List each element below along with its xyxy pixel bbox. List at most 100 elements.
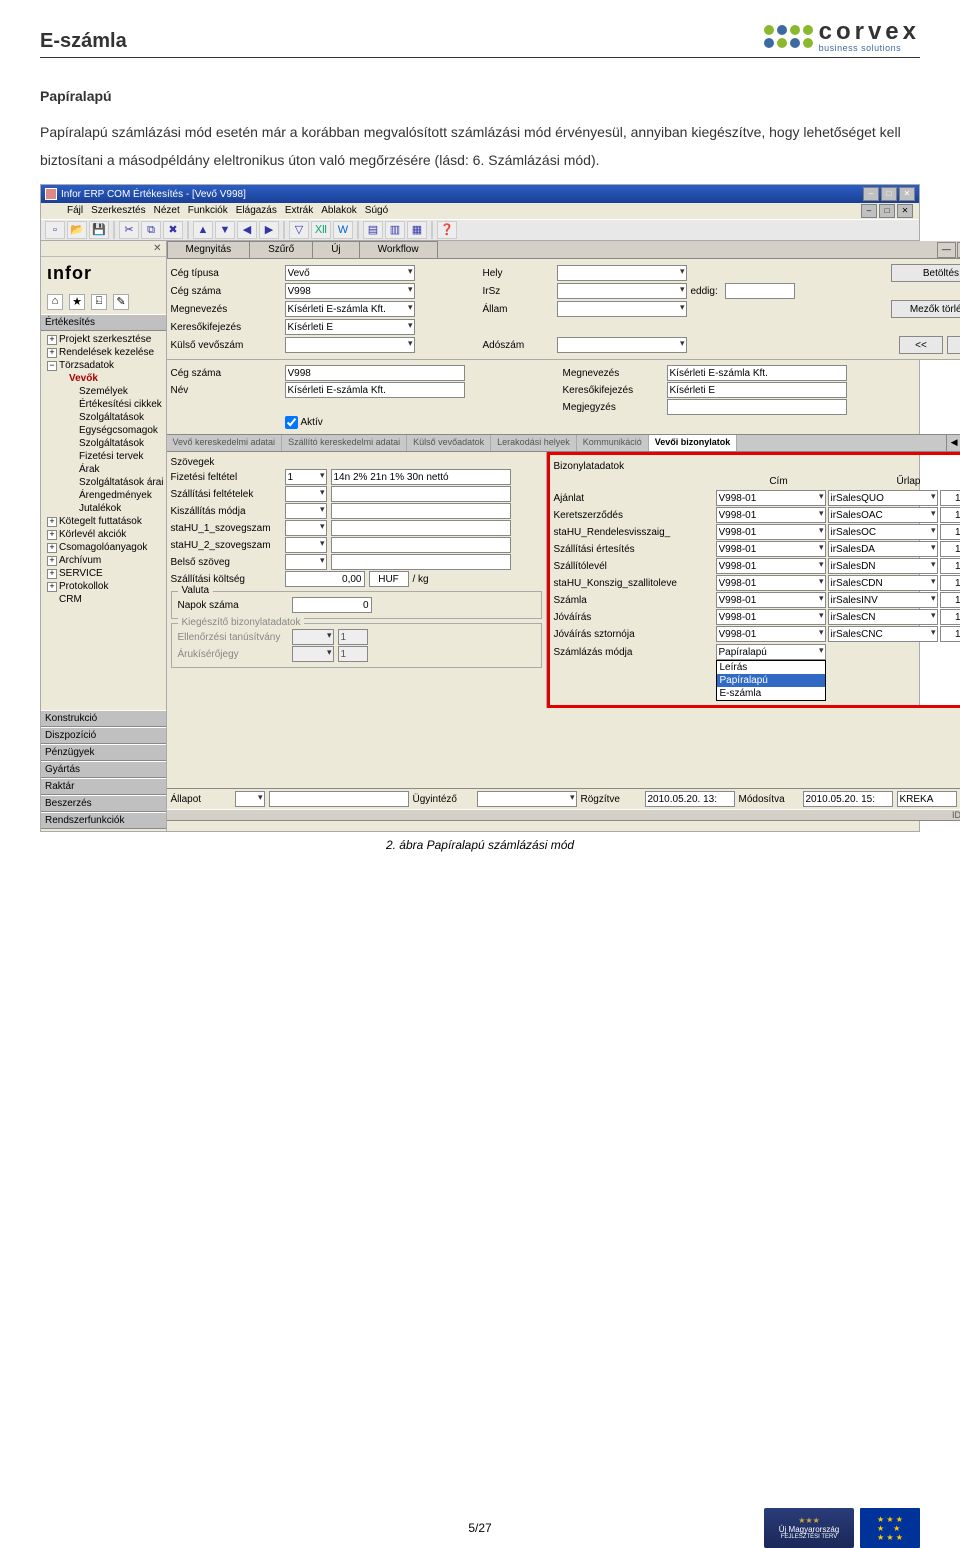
tree-item-1[interactable]: Rendelések kezelése (45, 346, 166, 359)
tb-back-icon[interactable]: ◀ (237, 221, 257, 239)
fld-urlap[interactable] (828, 524, 938, 540)
fld-nev[interactable] (285, 382, 465, 398)
fld-sz[interactable] (940, 592, 960, 608)
minimize-button[interactable]: – (863, 187, 879, 201)
fld-cim[interactable] (716, 558, 826, 574)
tb-help-icon[interactable]: ❓ (437, 221, 457, 239)
fld-cim[interactable] (716, 626, 826, 642)
fld-megnevezes[interactable] (285, 301, 415, 317)
mdi-close-button[interactable]: ✕ (897, 204, 913, 218)
fld-stahu2-text[interactable] (331, 537, 511, 553)
fld-stahu1[interactable] (285, 520, 327, 536)
mini-collapse-icon[interactable]: — (937, 242, 956, 258)
fld-sz[interactable] (940, 575, 960, 591)
sidebar-close-icon[interactable]: ✕ (41, 243, 166, 257)
tb-down-icon[interactable]: ▼ (215, 221, 235, 239)
tree-item-15[interactable]: Körlevél akciók (45, 528, 166, 541)
tree-item-2[interactable]: Törzsadatok (45, 359, 166, 372)
fld-sz[interactable] (940, 524, 960, 540)
fld-cim[interactable] (716, 575, 826, 591)
subtab-5[interactable]: Vevői bizonylatok (649, 435, 738, 451)
tab-megnyitas[interactable]: Megnyitás (167, 241, 251, 258)
side-section-3[interactable]: Gyártás (41, 761, 166, 778)
fld-megnevezes2[interactable] (667, 365, 847, 381)
fld-modositva-user[interactable] (897, 791, 957, 807)
fld-urlap[interactable] (828, 490, 938, 506)
tree-item-6[interactable]: Szolgáltatások (45, 411, 166, 424)
fld-ceg-szama2[interactable] (285, 365, 465, 381)
fld-ugyintezo[interactable] (477, 791, 577, 807)
tree-item-13[interactable]: Jutalékok (45, 502, 166, 515)
fld-sz[interactable] (940, 609, 960, 625)
fld-irsz[interactable] (557, 283, 687, 299)
fld-sz[interactable] (940, 541, 960, 557)
close-button[interactable]: ✕ (899, 187, 915, 201)
tab-workflow[interactable]: Workflow (359, 241, 438, 258)
fld-allapot-text[interactable] (269, 791, 409, 807)
tree-item-16[interactable]: Csomagolóanyagok (45, 541, 166, 554)
side-section-1[interactable]: Diszpozíció (41, 727, 166, 744)
tree-item-14[interactable]: Kötegelt futtatások (45, 515, 166, 528)
menu-fajl[interactable]: Fájl (67, 205, 83, 217)
fld-adoszam[interactable] (557, 337, 687, 353)
tb-copy-icon[interactable]: ⧉ (141, 221, 161, 239)
fld-allapot[interactable] (235, 791, 265, 807)
tb-up-icon[interactable]: ▲ (193, 221, 213, 239)
btn-next[interactable]: >> (947, 336, 960, 354)
menu-sugo[interactable]: Súgó (365, 205, 388, 217)
tab-szuro[interactable]: Szűrő (249, 241, 313, 258)
fld-szallfelt[interactable] (285, 486, 327, 502)
fld-sz[interactable] (940, 490, 960, 506)
dropdown-szamlamod[interactable] (716, 644, 826, 660)
fld-stahu1-text[interactable] (331, 520, 511, 536)
subtab-0[interactable]: Vevő kereskedelmi adatai (167, 435, 283, 451)
chk-aktiv-wrapper[interactable]: Aktív (285, 416, 323, 429)
menu-funkciok[interactable]: Funkciók (188, 205, 228, 217)
fld-stahu2[interactable] (285, 537, 327, 553)
menu-ablakok[interactable]: Ablakok (321, 205, 357, 217)
tree-item-12[interactable]: Árengedmények (45, 489, 166, 502)
side-section-6[interactable]: Rendszerfunkciók (41, 812, 166, 829)
fld-fizfeltetel-text[interactable] (331, 469, 511, 485)
fld-cim[interactable] (716, 592, 826, 608)
tb-word-icon[interactable]: W (333, 221, 353, 239)
btn-betoltes[interactable]: Betöltés (891, 264, 960, 282)
tb-new-icon[interactable]: ▫ (45, 221, 65, 239)
dd-option-1[interactable]: Papíralapú (717, 674, 825, 687)
side-home-icon[interactable]: ⌂ (47, 294, 63, 310)
tb-grid1-icon[interactable]: ▤ (363, 221, 383, 239)
fld-kulso-vevoszam[interactable] (285, 337, 415, 353)
tb-open-icon[interactable]: 📂 (67, 221, 87, 239)
side-section-4[interactable]: Raktár (41, 778, 166, 795)
tree-item-3[interactable]: Vevők (45, 372, 166, 385)
fld-urlap[interactable] (828, 575, 938, 591)
fld-huf[interactable] (369, 571, 409, 587)
mdi-minimize-button[interactable]: – (861, 204, 877, 218)
side-section-ertekesites[interactable]: Értékesítés (41, 314, 166, 331)
maximize-button[interactable]: □ (881, 187, 897, 201)
fld-ceg-szama[interactable] (285, 283, 415, 299)
tb-grid2-icon[interactable]: ▥ (385, 221, 405, 239)
tb-grid3-icon[interactable]: ▦ (407, 221, 427, 239)
tree-item-8[interactable]: Szolgáltatások (45, 437, 166, 450)
tab-uj[interactable]: Új (312, 241, 359, 258)
subtab-3[interactable]: Lerakodási helyek (491, 435, 577, 451)
menu-extrak[interactable]: Extrák (285, 205, 313, 217)
tb-save-icon[interactable]: 💾 (89, 221, 109, 239)
fld-szallfelt-text[interactable] (331, 486, 511, 502)
subtab-1[interactable]: Szállító kereskedelmi adatai (282, 435, 407, 451)
fld-cim[interactable] (716, 507, 826, 523)
tree-item-20[interactable]: CRM (45, 593, 166, 606)
side-fav-icon[interactable]: ★ (69, 294, 85, 310)
fld-urlap[interactable] (828, 541, 938, 557)
fld-urlap[interactable] (828, 626, 938, 642)
fld-modositva[interactable] (803, 791, 893, 807)
fld-megjegyzes[interactable] (667, 399, 847, 415)
fld-urlap[interactable] (828, 592, 938, 608)
fld-allam[interactable] (557, 301, 687, 317)
btn-mezok-torlese[interactable]: Mezők törlése (891, 300, 960, 318)
fld-fizfeltetel[interactable] (285, 469, 327, 485)
tree-item-5[interactable]: Értékesítési cikkek (45, 398, 166, 411)
tb-delete-icon[interactable]: ✖ (163, 221, 183, 239)
menu-szerkesztes[interactable]: Szerkesztés (91, 205, 145, 217)
